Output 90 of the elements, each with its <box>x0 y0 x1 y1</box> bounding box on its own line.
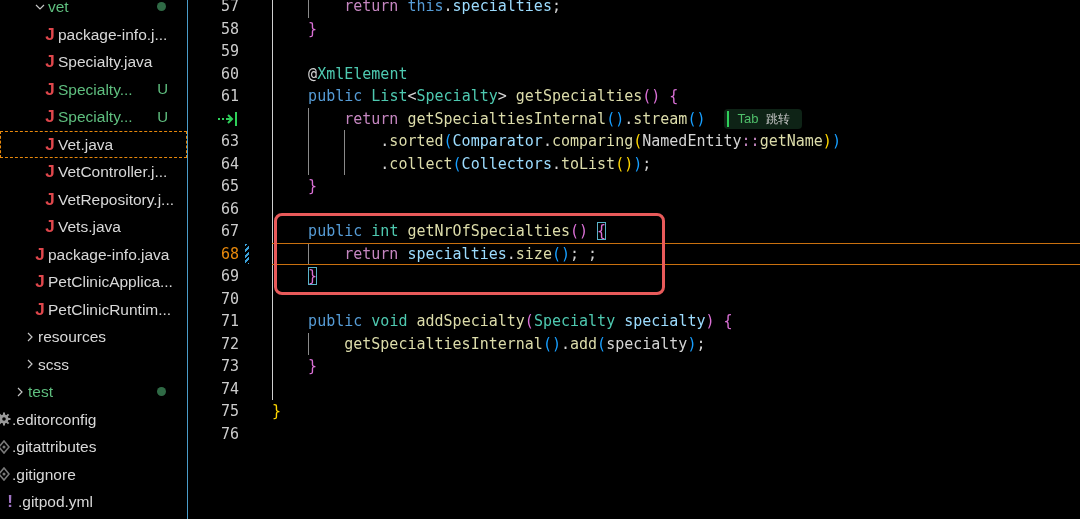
file-type-icon: J <box>35 245 45 263</box>
code-line: getSpecialtiesInternal().add(specialty); <box>344 333 706 355</box>
file-name: resources <box>38 327 107 348</box>
line-number: 73 <box>219 356 239 377</box>
git-status-label: U <box>157 79 168 99</box>
file-type-icon: J <box>45 163 55 181</box>
file-name: .gitignore <box>12 464 76 485</box>
tree-item[interactable]: .gitignore <box>0 460 187 488</box>
file-type-icon: J <box>45 218 55 236</box>
tree-item[interactable]: J PetClinicApplica... <box>0 268 187 296</box>
file-name: scss <box>38 354 69 375</box>
code-line: } <box>308 18 318 40</box>
line-number: 72 <box>219 333 239 355</box>
line-number: 71 <box>219 311 239 332</box>
file-type-icon: J <box>45 53 55 71</box>
line-number: 59 <box>219 41 239 62</box>
tree-item[interactable]: J Specialty... U <box>0 75 187 103</box>
file-name: Specialty... <box>58 107 133 128</box>
file-type-icon: J <box>45 108 55 126</box>
code-line: } <box>272 401 282 422</box>
line-number: 67 <box>219 221 239 242</box>
line-number: 66 <box>219 198 239 220</box>
file-name: Vets.java <box>58 217 121 238</box>
tree-item[interactable]: .editorconfig <box>0 405 187 433</box>
tree-item[interactable]: J Specialty... U <box>0 103 187 131</box>
tree-item[interactable]: J package-info.j... <box>0 20 187 48</box>
code-line: return this.specialties; <box>344 0 561 17</box>
hint-text: 跳转 <box>766 110 791 128</box>
code-line: @XmlElement <box>308 63 408 85</box>
tree-item[interactable]: J Vet.java <box>0 130 187 158</box>
tree-item[interactable]: J VetController.j... <box>0 158 187 186</box>
line-number: 75 <box>219 401 239 422</box>
line-number: 74 <box>219 378 239 400</box>
line-number: 63 <box>219 131 239 152</box>
diamond-icon <box>0 439 10 454</box>
line-number: 60 <box>219 63 239 85</box>
file-type-icon: J <box>35 300 45 318</box>
tree-item[interactable]: vet <box>0 0 187 21</box>
file-type-icon: J <box>35 273 45 291</box>
tree-item[interactable]: J Specialty.java <box>0 48 187 76</box>
file-name: Specialty.java <box>58 52 153 73</box>
file-name: Specialty... <box>58 79 133 100</box>
line-number: 76 <box>219 423 239 445</box>
code-line: public int getNrOfSpecialties() { <box>308 221 607 242</box>
tree-item[interactable]: resources <box>0 323 187 351</box>
file-name: VetRepository.j... <box>58 189 174 210</box>
tree-item[interactable]: .gitattributes <box>0 433 187 461</box>
file-type-icon: J <box>45 135 55 153</box>
file-name: PetClinicApplica... <box>48 272 173 293</box>
line-number: 61 <box>219 86 239 107</box>
tree-item[interactable]: J package-info.java <box>0 240 187 268</box>
hint-key: Tab <box>737 109 759 129</box>
code-line: .collect(Collectors.toList()); <box>380 153 652 175</box>
file-name: .gitpod.yml <box>18 492 93 513</box>
code-line: } <box>308 356 318 377</box>
file-type-icon: J <box>45 190 55 208</box>
tree-item[interactable]: test <box>0 378 187 406</box>
tree-item[interactable]: J Vets.java <box>0 213 187 241</box>
code-line: public List<Specialty> getSpecialties() { <box>308 86 679 107</box>
file-name: PetClinicRuntim... <box>48 299 172 320</box>
file-name: vet <box>48 0 69 18</box>
file-name: .gitattributes <box>12 437 97 458</box>
file-name: package-info.java <box>48 244 170 265</box>
code-line: public void addSpecialty(Specialty specialty) { <box>308 311 733 332</box>
file-name: package-info.j... <box>58 24 168 45</box>
tree-item[interactable]: J PetClinicRuntim... <box>0 295 187 323</box>
tree-item[interactable]: ! .gitpod.yml <box>0 488 187 516</box>
tree-item[interactable]: scss <box>0 350 187 378</box>
file-name: Vet.java <box>58 134 114 155</box>
code-line: return getSpecialtiesInternal().stream() <box>344 108 706 130</box>
file-type-icon: J <box>45 25 55 43</box>
file-name: VetController.j... <box>58 162 168 183</box>
line-number: 69 <box>219 266 239 287</box>
line-number: 64 <box>219 153 239 175</box>
file-type-icon: ! <box>7 493 13 511</box>
git-status-label: U <box>157 106 168 127</box>
code-line: .sorted(Comparator.comparing(NamedEntity::getName)) <box>380 131 841 152</box>
file-type-icon: J <box>45 80 55 98</box>
line-number: 68 <box>219 243 239 265</box>
file-name: .editorconfig <box>12 409 97 430</box>
code-line: return specialties.size(); ; <box>344 243 598 265</box>
diamond-icon <box>0 467 10 482</box>
tree-item[interactable]: J VetRepository.j... <box>0 185 187 213</box>
code-line: } <box>308 176 318 197</box>
code-line: } <box>308 266 318 287</box>
file-name: test <box>28 382 53 403</box>
line-number: 58 <box>219 18 239 40</box>
line-number: 65 <box>219 176 239 197</box>
line-number: 70 <box>219 288 239 310</box>
line-number: 57 <box>219 0 239 17</box>
